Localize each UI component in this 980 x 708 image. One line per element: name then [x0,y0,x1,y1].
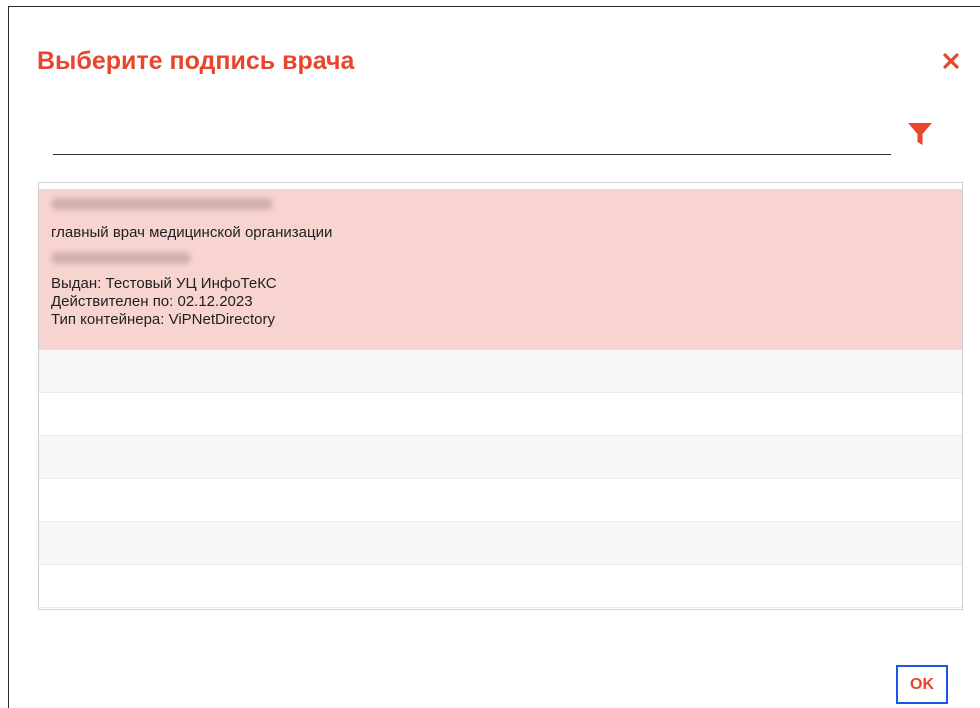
blurred-owner-name [51,198,273,210]
ok-button[interactable]: OK [896,665,948,704]
list-row-empty [39,436,962,479]
blurred-organization [51,252,191,264]
certificate-valid-until: Действителен по: 02.12.2023 [51,293,253,310]
filter-input[interactable] [53,125,891,155]
filter-icon[interactable] [907,121,933,147]
close-icon[interactable] [939,49,963,73]
list-row-empty [39,565,962,608]
list-row-empty [39,522,962,565]
dialog-title: Выберите подпись врача [37,47,355,75]
certificate-position: главный врач медицинской организации [51,224,333,241]
list-row-empty [39,393,962,436]
certificate-issuer: Выдан: Тестовый УЦ ИнфоТеКС [51,275,277,292]
list-row-empty [39,479,962,522]
certificate-item[interactable]: главный врач медицинской организации Выд… [39,189,962,350]
signature-dialog: Выберите подпись врача главный врач меди… [8,6,980,708]
certificate-container-type: Тип контейнера: ViPNetDirectory [51,311,276,328]
filter-row [53,125,891,155]
certificate-list[interactable]: главный врач медицинской организации Выд… [38,182,963,610]
list-row-empty [39,350,962,393]
